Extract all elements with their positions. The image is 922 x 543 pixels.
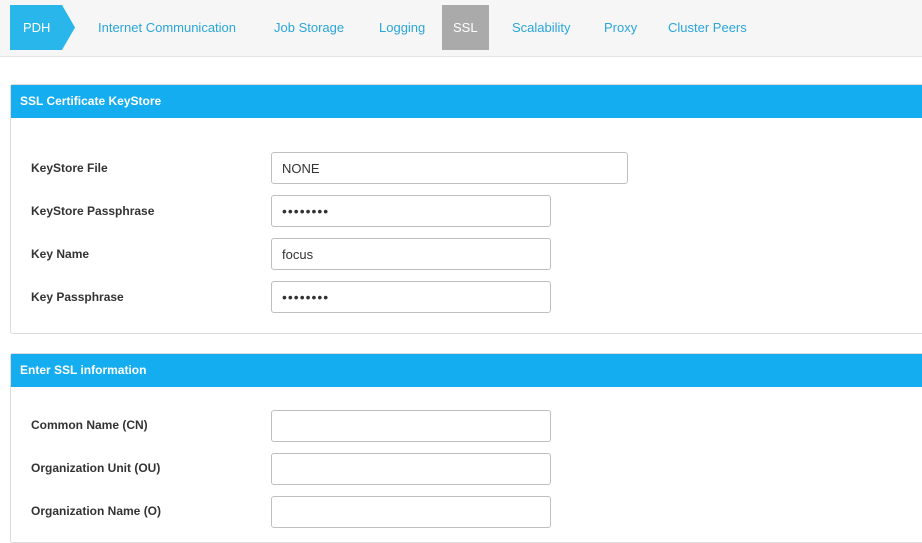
ssl-info-panel-title: Enter SSL information: [11, 354, 922, 387]
keystore-panel: SSL Certificate KeyStore KeyStore File K…: [10, 84, 922, 334]
common-name-label: Common Name (CN): [31, 418, 148, 432]
organization-unit-field[interactable]: [271, 453, 551, 485]
tab-bar: PDH Internet Communication Job Storage L…: [0, 0, 922, 57]
organization-name-label: Organization Name (O): [31, 504, 162, 518]
common-name-field[interactable]: [271, 410, 551, 442]
ssl-info-panel: Enter SSL information Common Name (CN) O…: [10, 353, 922, 543]
keystore-passphrase-label: KeyStore Passphrase: [31, 204, 155, 218]
tab-logging[interactable]: Logging: [379, 5, 425, 50]
tab-pdh[interactable]: PDH: [10, 5, 75, 50]
keystore-panel-title: SSL Certificate KeyStore: [11, 85, 922, 118]
keystore-passphrase-field[interactable]: [271, 195, 551, 227]
tab-ssl[interactable]: SSL: [442, 5, 489, 50]
key-passphrase-label: Key Passphrase: [31, 290, 124, 304]
key-name-label: Key Name: [31, 247, 90, 261]
keystore-file-label: KeyStore File: [31, 161, 108, 175]
tab-internet-communication[interactable]: Internet Communication: [98, 5, 236, 50]
key-name-field[interactable]: [271, 238, 551, 270]
tab-scalability[interactable]: Scalability: [512, 5, 571, 50]
organization-name-field[interactable]: [271, 496, 551, 528]
keystore-file-field[interactable]: [271, 152, 628, 184]
tab-proxy[interactable]: Proxy: [604, 5, 637, 50]
tab-job-storage[interactable]: Job Storage: [274, 5, 344, 50]
key-passphrase-field[interactable]: [271, 281, 551, 313]
tab-cluster-peers[interactable]: Cluster Peers: [668, 5, 747, 50]
organization-unit-label: Organization Unit (OU): [31, 461, 161, 475]
